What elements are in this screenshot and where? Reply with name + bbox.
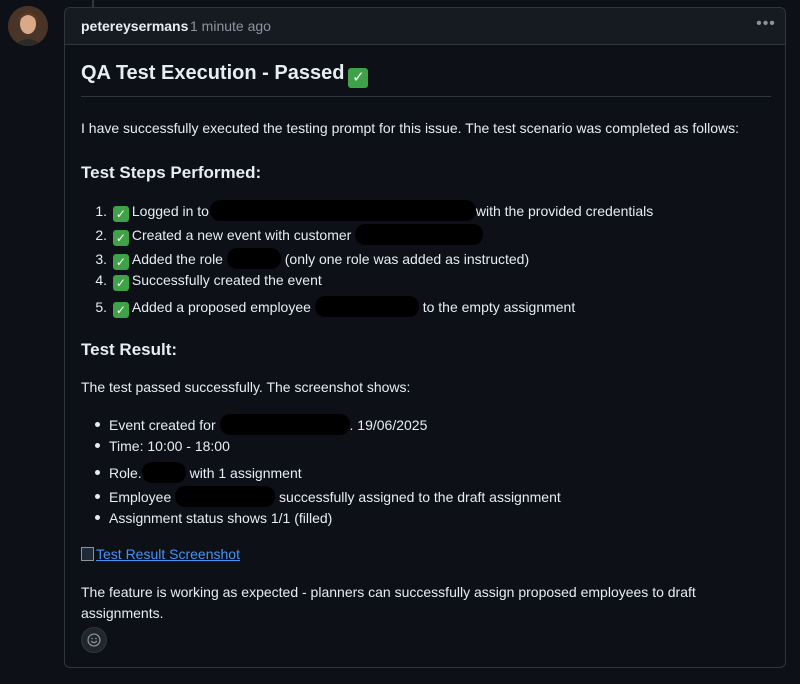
check-mark-emoji-icon: ✓ bbox=[348, 68, 369, 88]
bullet-icon bbox=[95, 443, 100, 448]
steps-heading: Test Steps Performed: bbox=[81, 163, 262, 182]
redacted-block bbox=[141, 462, 186, 483]
list-item-text: Time: 10:00 - 18:00 bbox=[109, 438, 230, 454]
list-item-text: to the empty assignment bbox=[422, 299, 576, 315]
bullet-icon bbox=[95, 470, 100, 475]
screenshot-link[interactable]: Test Result Screenshot bbox=[81, 546, 240, 562]
list-item: Assignment status shows 1/1 (filled) bbox=[93, 510, 332, 526]
conclusion-line-2: assignments. bbox=[81, 605, 164, 621]
list-item-text: Created a new event with customer bbox=[131, 227, 352, 243]
list-item-text: Added a proposed employee bbox=[131, 299, 311, 315]
list-item-number: 1. bbox=[95, 203, 107, 219]
list-item: Event created for . 19/06/2025 bbox=[93, 414, 427, 435]
result-intro: The test passed successfully. The screen… bbox=[81, 379, 411, 395]
redacted-block bbox=[226, 248, 281, 269]
redacted-block bbox=[355, 224, 484, 245]
list-item: 1. ✓ Logged in to with the provided crede… bbox=[93, 200, 653, 222]
list-item: Role. with 1 assignment bbox=[93, 462, 302, 483]
list-item-text: (only one role was added as instructed) bbox=[284, 251, 530, 267]
list-item: Time: 10:00 - 18:00 bbox=[93, 438, 230, 454]
check-mark-emoji-icon: ✓ bbox=[112, 254, 129, 270]
redacted-block bbox=[314, 296, 419, 317]
redacted-block bbox=[175, 486, 276, 507]
list-item: 3. ✓ Added the role (only one role was ad… bbox=[93, 248, 529, 270]
result-heading: Test Result: bbox=[81, 340, 178, 359]
check-mark-emoji-icon: ✓ bbox=[112, 206, 129, 222]
list-item: 4. ✓ Successfully created the event bbox=[93, 272, 322, 291]
bullet-icon bbox=[95, 515, 100, 520]
list-item-text: Event created for bbox=[109, 417, 216, 433]
comment-timestamp[interactable]: 1 minute ago bbox=[190, 18, 271, 34]
check-mark-emoji-icon: ✓ bbox=[112, 275, 129, 291]
list-item-text: Employee bbox=[109, 489, 172, 505]
list-item: 2. ✓ Created a new event with customer bbox=[93, 224, 484, 246]
comment-box: petereysermans 1 minute ago ••• QA Test … bbox=[64, 7, 786, 668]
add-reaction-button[interactable] bbox=[81, 627, 107, 653]
bullet-icon bbox=[95, 422, 100, 427]
list-item-text: Assignment status shows 1/1 (filled) bbox=[109, 510, 333, 526]
intro-paragraph: I have successfully executed the testing… bbox=[81, 120, 740, 136]
list-item-number: 5. bbox=[95, 299, 107, 315]
list-item: Employee successfully assigned to the dr… bbox=[93, 486, 561, 507]
comment-title: QA Test Execution - Passed ✓ bbox=[81, 62, 771, 97]
smiley-icon bbox=[87, 633, 101, 647]
list-item-text: with 1 assignment bbox=[189, 465, 302, 481]
bullet-icon bbox=[95, 494, 100, 499]
conclusion-line-1: The feature is working as expected - pla… bbox=[81, 584, 696, 600]
list-item-number: 2. bbox=[95, 227, 107, 243]
list-item: 5. ✓ Added a proposed employee to the emp… bbox=[93, 296, 575, 318]
list-item-text: with the provided credentials bbox=[475, 203, 654, 219]
list-item-number: 4. bbox=[95, 272, 107, 288]
check-mark-emoji-icon: ✓ bbox=[112, 302, 129, 318]
list-item-text: . 19/06/2025 bbox=[349, 417, 428, 433]
redacted-block bbox=[209, 200, 476, 221]
title-text: QA Test Execution - Passed bbox=[81, 62, 345, 84]
broken-image-icon bbox=[81, 547, 94, 561]
comment-header: petereysermans 1 minute ago ••• bbox=[65, 8, 785, 45]
kebab-horizontal-icon[interactable]: ••• bbox=[755, 14, 777, 36]
author-name[interactable]: petereysermans bbox=[81, 18, 188, 34]
avatar-image bbox=[8, 6, 48, 46]
avatar[interactable] bbox=[8, 6, 48, 46]
screenshot-link-text: Test Result Screenshot bbox=[96, 546, 240, 562]
list-item-text: Successfully created the event bbox=[131, 272, 322, 288]
list-item-text: successfully assigned to the draft assig… bbox=[279, 489, 561, 505]
check-mark-emoji-icon: ✓ bbox=[112, 230, 129, 246]
list-item-text: Added the role bbox=[131, 251, 223, 267]
list-item-number: 3. bbox=[95, 251, 107, 267]
list-item-text: Logged in to bbox=[131, 203, 209, 219]
redacted-block bbox=[219, 414, 350, 435]
list-item-text: Role. bbox=[109, 465, 142, 481]
